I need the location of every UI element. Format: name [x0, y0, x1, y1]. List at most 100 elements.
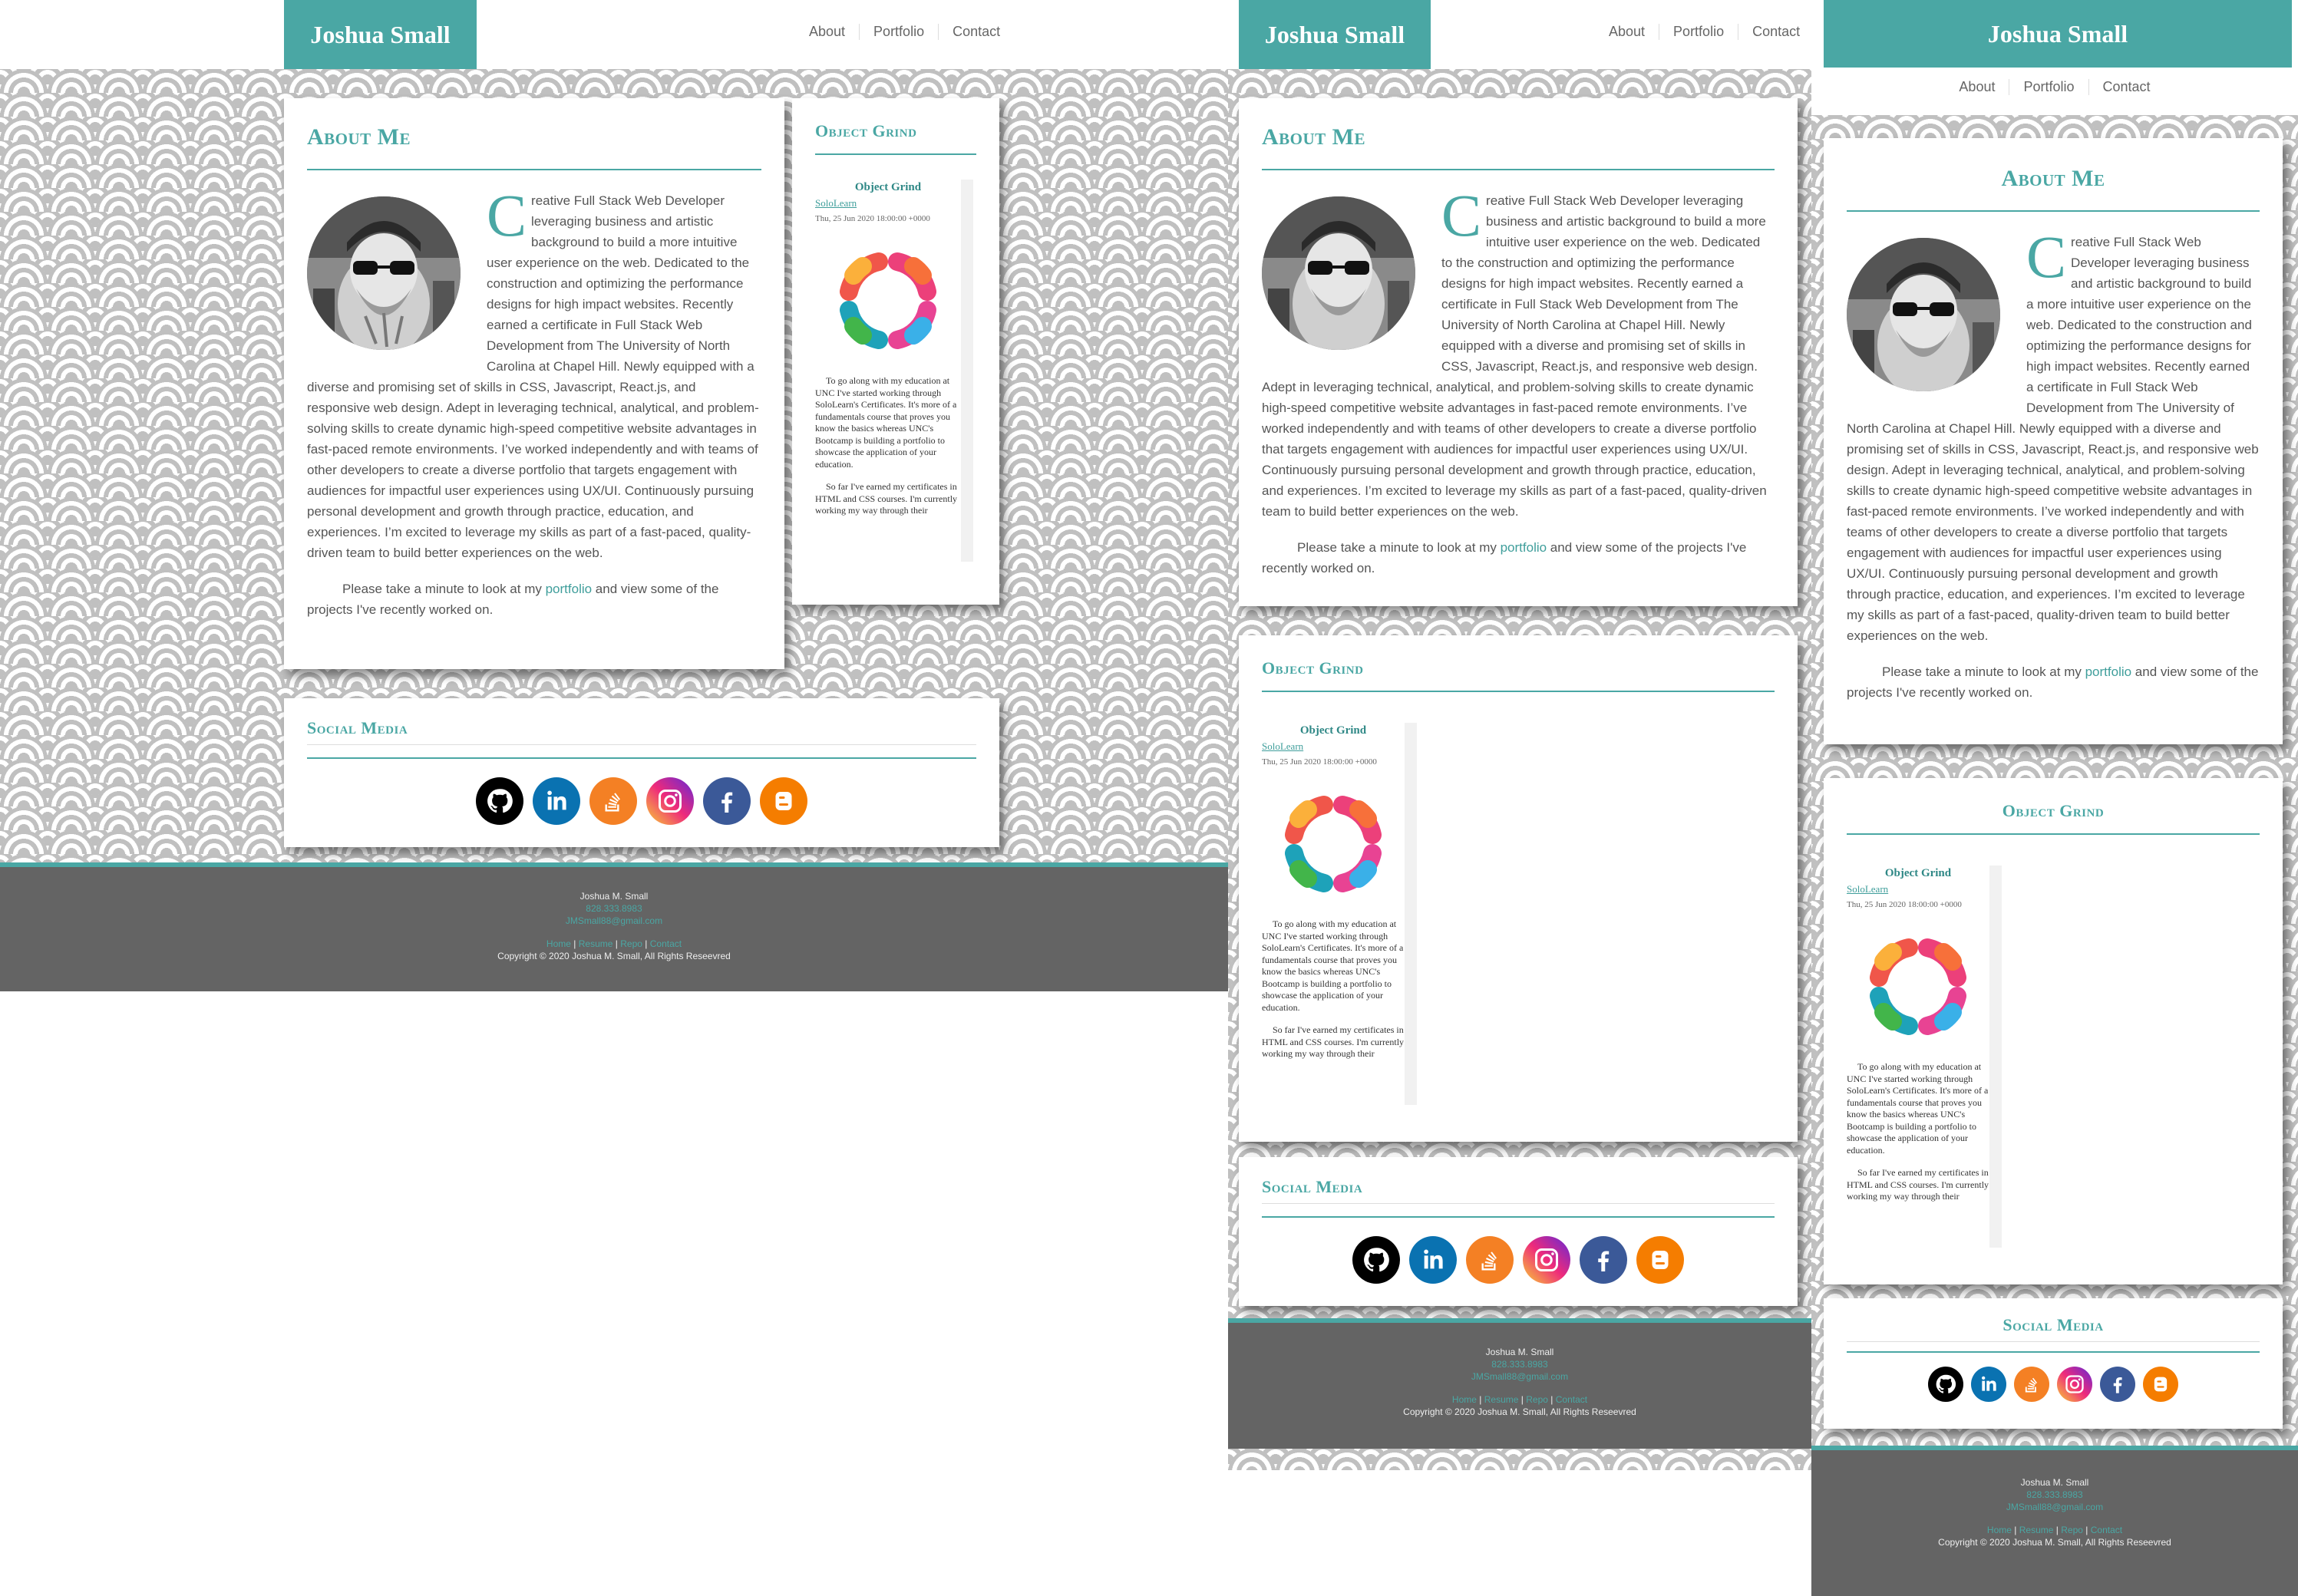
- portfolio-link[interactable]: portfolio: [2085, 664, 2131, 679]
- footer-phone[interactable]: 828.333.8983: [0, 902, 1228, 915]
- footer-name: Joshua M. Small: [579, 891, 649, 902]
- about-divider: [1847, 210, 2260, 212]
- rss-feed-widget[interactable]: ▲ ▼ Object Grind SoloLearn Thu, 25 Jun 2…: [1262, 723, 1417, 1105]
- linkedin-icon[interactable]: [1409, 1236, 1457, 1284]
- footer-home-link[interactable]: Home: [1452, 1394, 1477, 1405]
- footer-resume-link[interactable]: Resume: [579, 938, 613, 949]
- feed-scrollbar[interactable]: [1405, 723, 1417, 1105]
- instagram-icon[interactable]: [646, 777, 694, 825]
- feed-paragraph-2: So far I've earned my certificates in HT…: [1262, 1024, 1405, 1059]
- about-cta-before: Please take a minute to look at my: [1882, 664, 2085, 679]
- blogger-icon[interactable]: [2143, 1367, 2178, 1402]
- about-cta-before: Please take a minute to look at my: [1297, 540, 1501, 555]
- stackoverflow-icon[interactable]: [2014, 1367, 2049, 1402]
- scroll-down-arrow-icon[interactable]: ▼: [964, 554, 971, 562]
- nav-portfolio-link[interactable]: Portfolio: [1659, 23, 1738, 40]
- social-divider-thin: [307, 744, 976, 745]
- footer-phone[interactable]: 828.333.8983: [1228, 1358, 1811, 1370]
- scroll-down-arrow-icon[interactable]: ▼: [1408, 1097, 1415, 1105]
- footer-contact-link[interactable]: Contact: [2091, 1525, 2122, 1535]
- about-card: About Me Creative Full Stack Web Develop…: [284, 98, 784, 669]
- nav-contact-link[interactable]: Contact: [938, 23, 1014, 40]
- facebook-icon[interactable]: [703, 777, 751, 825]
- facebook-icon[interactable]: [2100, 1367, 2135, 1402]
- footer-resume-link[interactable]: Resume: [1484, 1394, 1519, 1405]
- nav-about-link[interactable]: About: [1595, 24, 1659, 40]
- nav-about-link[interactable]: About: [795, 24, 859, 40]
- portfolio-link[interactable]: portfolio: [546, 582, 592, 596]
- linkedin-icon[interactable]: [533, 777, 580, 825]
- navbar: Joshua Small About Portfolio Contact: [1811, 0, 2298, 115]
- github-icon[interactable]: [1352, 1236, 1400, 1284]
- footer-phone[interactable]: 828.333.8983: [1811, 1489, 2298, 1501]
- footer-repo-link[interactable]: Repo: [620, 938, 642, 949]
- feed-paragraph-2: So far I've earned my certificates in HT…: [1847, 1167, 1989, 1202]
- feed-post-date: Thu, 25 Jun 2020 18:00:00 +0000: [1847, 900, 1962, 909]
- brand-logo[interactable]: Joshua Small: [1239, 0, 1431, 69]
- footer-contact-link[interactable]: Contact: [650, 938, 682, 949]
- feed-scrollbar[interactable]: [1989, 866, 2002, 1248]
- scroll-up-arrow-icon[interactable]: ▲: [1993, 866, 1999, 873]
- stackoverflow-icon[interactable]: [589, 777, 637, 825]
- brand-logo[interactable]: Joshua Small: [1824, 0, 2292, 68]
- about-card: About Me Creative Full Stack Web Develop…: [1239, 98, 1798, 606]
- sololearn-logo-icon: [1285, 796, 1382, 892]
- feed-source-link[interactable]: SoloLearn: [1262, 740, 1405, 753]
- footer-home-link[interactable]: Home: [1987, 1525, 2012, 1535]
- portfolio-link[interactable]: portfolio: [1501, 540, 1547, 555]
- social-card: Social Media: [1824, 1298, 2283, 1429]
- footer-email[interactable]: JMSmall88@gmail.com: [0, 915, 1228, 927]
- footer-repo-link[interactable]: Repo: [2061, 1525, 2083, 1535]
- about-title: About Me: [1262, 124, 1366, 150]
- about-cta: Please take a minute to look at my portf…: [307, 579, 761, 620]
- brand-logo[interactable]: Joshua Small: [284, 0, 477, 69]
- footer-contact-link[interactable]: Contact: [1556, 1394, 1587, 1405]
- github-icon[interactable]: [1928, 1367, 1963, 1402]
- nav-portfolio-link[interactable]: Portfolio: [2009, 78, 2088, 95]
- feed-paragraph-1: To go along with my education at UNC I'v…: [1847, 1061, 1989, 1156]
- social-icons: [307, 777, 976, 825]
- footer-sep: |: [573, 938, 576, 949]
- blogger-icon[interactable]: [760, 777, 807, 825]
- footer-email[interactable]: JMSmall88@gmail.com: [1228, 1370, 1811, 1383]
- rss-feed-widget[interactable]: ▲ ▼ Object Grind SoloLearn Thu, 25 Jun 2…: [815, 180, 973, 562]
- feed-scroll-thumb[interactable]: [964, 190, 970, 213]
- linkedin-icon[interactable]: [1971, 1367, 2006, 1402]
- feed-title: Object Grind: [815, 121, 917, 140]
- stackoverflow-icon[interactable]: [1466, 1236, 1514, 1284]
- about-divider: [1262, 169, 1775, 170]
- feed-scrollbar[interactable]: [961, 180, 973, 562]
- scroll-down-arrow-icon[interactable]: ▼: [1993, 1240, 1999, 1248]
- nav-contact-link[interactable]: Contact: [2088, 78, 2164, 95]
- feed-scroll-thumb[interactable]: [1408, 734, 1414, 757]
- social-divider-thin: [1847, 1341, 2260, 1342]
- feed-post-date: Thu, 25 Jun 2020 18:00:00 +0000: [1262, 757, 1377, 767]
- facebook-icon[interactable]: [1580, 1236, 1627, 1284]
- nav-contact-link[interactable]: Contact: [1738, 23, 1811, 40]
- scroll-up-arrow-icon[interactable]: ▲: [964, 180, 971, 187]
- footer-name: Joshua M. Small: [1485, 1347, 1554, 1357]
- feed-post-title: Object Grind: [854, 181, 922, 193]
- profile-avatar: [1262, 196, 1415, 350]
- footer-repo-link[interactable]: Repo: [1526, 1394, 1548, 1405]
- feed-source-link[interactable]: SoloLearn: [1847, 883, 1989, 895]
- instagram-icon[interactable]: [1523, 1236, 1570, 1284]
- blogger-icon[interactable]: [1636, 1236, 1684, 1284]
- nav-about-link[interactable]: About: [1945, 79, 2009, 95]
- scroll-up-arrow-icon[interactable]: ▲: [1408, 723, 1415, 730]
- nav-portfolio-link[interactable]: Portfolio: [859, 23, 938, 40]
- footer-resume-link[interactable]: Resume: [2019, 1525, 2054, 1535]
- rss-feed-widget[interactable]: ▲ ▼ Object Grind SoloLearn Thu, 25 Jun 2…: [1847, 866, 2002, 1248]
- instagram-icon[interactable]: [2057, 1367, 2092, 1402]
- feed-post-date: Thu, 25 Jun 2020 18:00:00 +0000: [815, 214, 930, 223]
- footer-links: Home | Resume | Repo | Contact: [0, 938, 1228, 950]
- footer-home-link[interactable]: Home: [546, 938, 571, 949]
- github-icon[interactable]: [476, 777, 523, 825]
- feed-post-title: Object Grind: [1299, 724, 1367, 737]
- feed-card: Object Grind ▲ ▼ Object Grind SoloLearn …: [1824, 778, 2283, 1284]
- footer-email[interactable]: JMSmall88@gmail.com: [1811, 1501, 2298, 1513]
- social-divider: [1847, 1351, 2260, 1353]
- feed-source-link[interactable]: SoloLearn: [815, 197, 961, 209]
- feed-scroll-thumb[interactable]: [1993, 876, 1999, 899]
- sololearn-logo-icon: [1870, 938, 1966, 1035]
